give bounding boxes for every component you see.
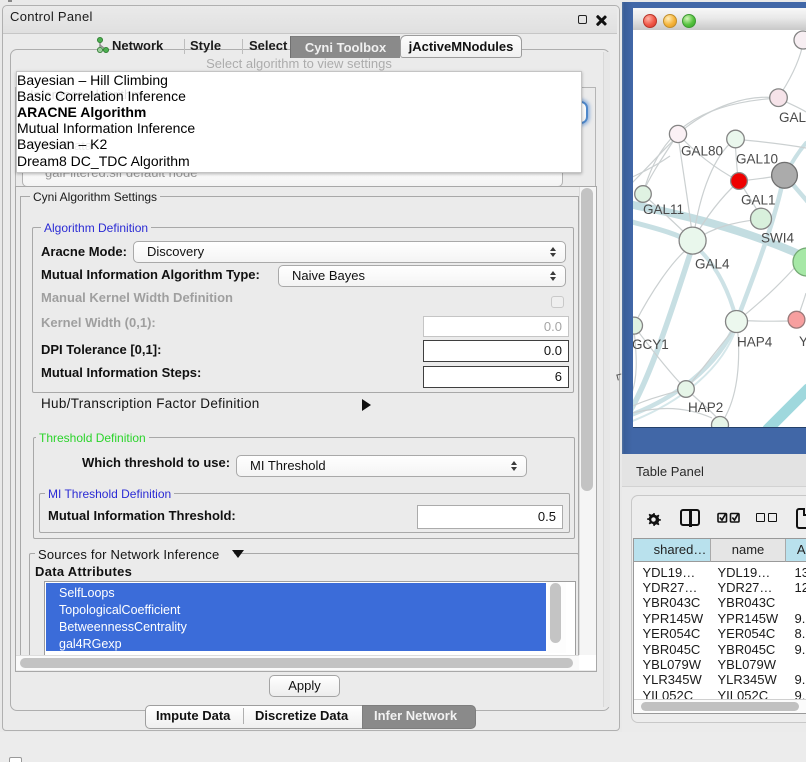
svg-text:GAL11: GAL11 bbox=[643, 202, 684, 217]
svg-text:GAL80: GAL80 bbox=[681, 144, 723, 159]
svg-text:GAL10: GAL10 bbox=[736, 152, 778, 167]
svg-text:GAL4: GAL4 bbox=[695, 257, 730, 272]
svg-text:HAP2: HAP2 bbox=[688, 400, 723, 415]
svg-text:HAP4: HAP4 bbox=[737, 335, 773, 350]
svg-text:GAL2: GAL2 bbox=[779, 110, 806, 125]
svg-text:YM: YM bbox=[799, 334, 806, 349]
svg-text:GAL1: GAL1 bbox=[741, 193, 776, 208]
svg-text:GCY1: GCY1 bbox=[633, 337, 669, 352]
svg-text:SWI4: SWI4 bbox=[761, 231, 794, 246]
